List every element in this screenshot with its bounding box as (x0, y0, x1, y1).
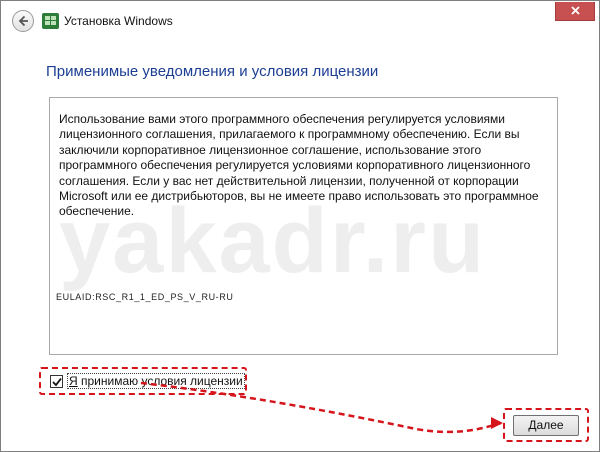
back-button[interactable] (12, 10, 34, 32)
next-button[interactable]: Далее (513, 415, 579, 436)
accept-license-highlight: Я принимаю условия лицензии (39, 367, 247, 395)
window-title: Установка Windows (64, 14, 173, 28)
license-text-box[interactable]: Использование вами этого программного об… (49, 97, 558, 355)
accept-label-access-key: Я (69, 374, 78, 388)
page-heading: Применимые уведомления и условия лицензи… (46, 63, 379, 80)
next-access-key: Д (528, 418, 537, 432)
title-bar: Установка Windows (2, 2, 598, 40)
next-label: алее (536, 418, 564, 432)
accept-license-checkbox[interactable] (50, 375, 63, 388)
license-text: Использование вами этого программного об… (59, 112, 539, 219)
close-icon (571, 6, 580, 15)
close-button[interactable] (555, 2, 595, 21)
eula-id: EULAID:RSC_R1_1_ED_PS_V_RU-RU (56, 292, 234, 302)
check-icon (52, 377, 62, 387)
setup-window: Установка Windows Применимые уведомления… (0, 0, 600, 452)
accept-license-label[interactable]: Я принимаю условия лицензии (67, 373, 245, 389)
accept-label-text: принимаю условия лицензии (77, 374, 243, 388)
windows-setup-icon (42, 13, 59, 29)
back-arrow-icon (18, 15, 28, 27)
next-button-highlight: Далее (503, 408, 589, 442)
